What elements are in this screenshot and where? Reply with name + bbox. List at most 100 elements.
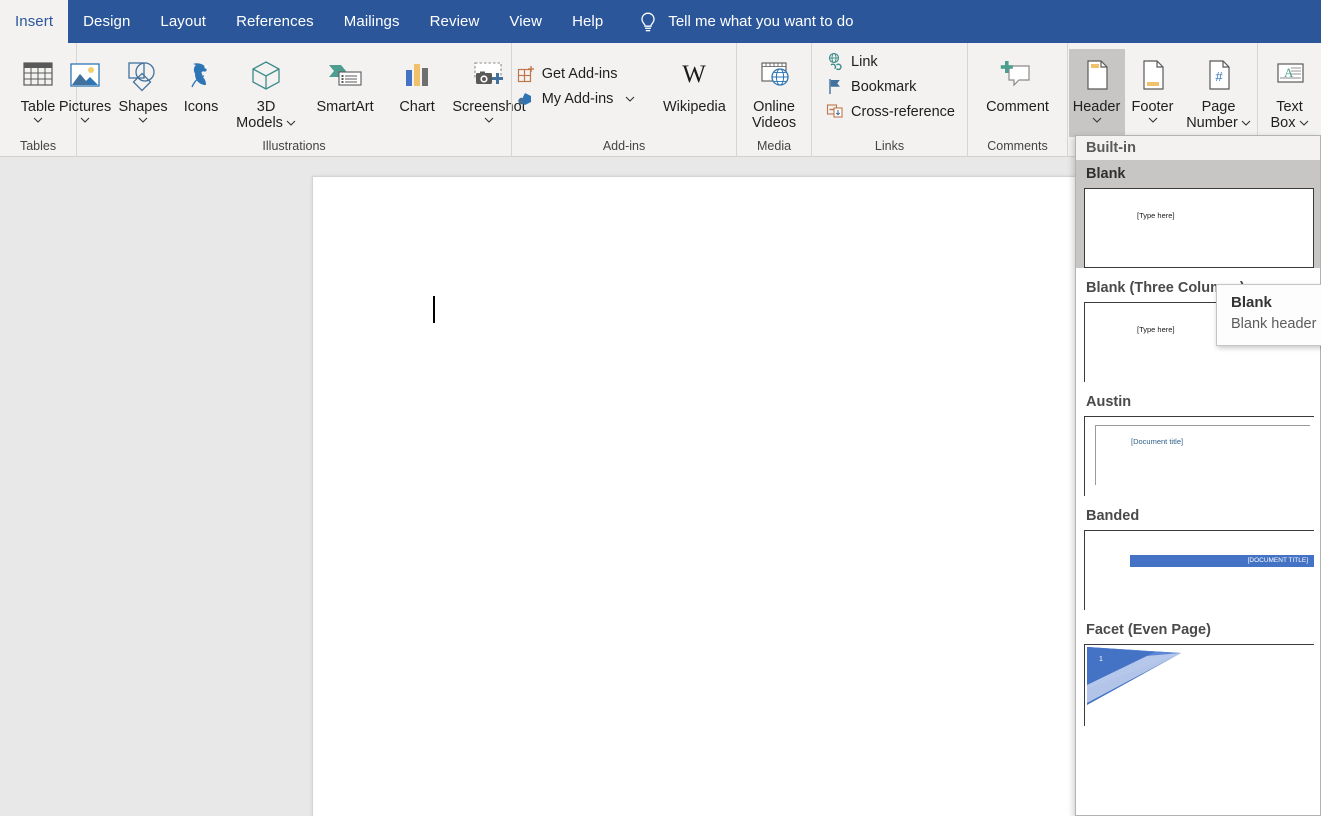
gallery-item-facet-even-page[interactable]: Facet (Even Page) 1 [1076, 616, 1320, 726]
tab-design-label: Design [83, 13, 131, 30]
facet-corner-graphic [1087, 647, 1181, 705]
gallery-item-banded[interactable]: Banded [DOCUMENT TITLE] [1076, 502, 1320, 610]
get-addins-icon [515, 64, 537, 84]
tooltip-title: Blank [1231, 294, 1272, 311]
tab-insert[interactable]: Insert [0, 0, 69, 43]
wikipedia-button-label: Wikipedia [662, 99, 726, 115]
text-box-button[interactable]: A Text Box [1264, 49, 1316, 131]
thumb-placeholder: 1 [1099, 656, 1103, 663]
tab-layout-label: Layout [160, 13, 207, 30]
cross-reference-icon [824, 102, 846, 122]
lightbulb-icon [641, 12, 655, 31]
3d-models-button-label: 3D Models [232, 99, 300, 131]
page-number-button[interactable]: # Page Number [1181, 49, 1257, 131]
thumb-placeholder: [Type here] [1137, 211, 1175, 220]
cross-reference-button[interactable]: Cross-reference [820, 99, 959, 124]
gallery-section-built-in: Built-in [1076, 136, 1320, 160]
page-number-button-label: Page Number [1183, 99, 1255, 131]
ribbon-group-comments: Comment Comments [967, 43, 1067, 157]
bookmark-label: Bookmark [851, 78, 917, 95]
page-number-text: Page Number [1186, 99, 1238, 131]
thumb-placeholder: [DOCUMENT TITLE] [1247, 557, 1308, 564]
ribbon-group-links: Link Bookmark Cross-reference Links [811, 43, 967, 157]
gallery-item-austin-label: Austin [1086, 394, 1132, 410]
header-gallery-dropdown[interactable]: Built-in Blank [Type here] Blank (Three … [1075, 135, 1321, 816]
chevron-down-icon[interactable] [33, 116, 43, 124]
icons-icon [181, 53, 221, 97]
bookmark-icon [824, 77, 846, 97]
header-button[interactable]: Header [1068, 49, 1125, 137]
tab-references[interactable]: References [221, 0, 329, 43]
footer-button-label: Footer [1131, 99, 1174, 115]
chart-icon [397, 53, 437, 97]
gallery-item-banded-label: Banded [1086, 508, 1140, 524]
pictures-button[interactable]: Pictures [56, 49, 114, 124]
gallery-thumb-austin: [Document title] [1084, 416, 1314, 496]
3d-models-button[interactable]: 3D Models [230, 49, 302, 131]
table-button-label: Table [20, 99, 56, 115]
gallery-thumb-banded: [DOCUMENT TITLE] [1084, 530, 1314, 610]
smartart-button[interactable]: SmartArt [302, 49, 388, 115]
shapes-button[interactable]: Shapes [114, 49, 172, 124]
comment-icon [996, 53, 1040, 97]
tab-insert-label: Insert [15, 13, 54, 30]
chevron-down-icon[interactable] [1299, 119, 1309, 127]
comment-button[interactable]: Comment [975, 49, 1061, 115]
gallery-item-blank-label: Blank [1086, 166, 1126, 182]
chevron-down-icon[interactable] [286, 119, 296, 127]
ribbon-group-illustrations: Pictures Shapes Icons 3D Models SmartArt… [59, 43, 526, 157]
wikipedia-button[interactable]: W Wikipedia [651, 49, 737, 115]
footer-icon [1135, 53, 1171, 97]
tab-view-label: View [509, 13, 543, 30]
links-small-buttons: Link Bookmark Cross-reference [820, 47, 959, 124]
gallery-item-austin[interactable]: Austin [Document title] [1076, 388, 1320, 496]
ribbon-group-comments-label: Comments [987, 139, 1048, 153]
tab-design[interactable]: Design [68, 0, 145, 43]
header-button-label: Header [1072, 99, 1121, 115]
gallery-item-blank[interactable]: Blank [Type here] [1076, 160, 1320, 268]
text-caret [433, 296, 435, 323]
my-addins-button[interactable]: My Add-ins [511, 86, 640, 111]
ribbon-group-addins: Get Add-ins My Add-ins W Wikipedia Add-i… [511, 43, 736, 157]
smartart-button-label: SmartArt [316, 99, 374, 115]
text-box-button-label: Text Box [1266, 99, 1314, 131]
chevron-down-icon[interactable] [138, 116, 148, 124]
gallery-item-facet-even-page-label: Facet (Even Page) [1086, 622, 1211, 638]
tab-help[interactable]: Help [557, 0, 618, 43]
online-videos-button[interactable]: Online Videos [745, 49, 803, 131]
online-videos-icon [754, 53, 794, 97]
wikipedia-icon: W [672, 53, 716, 97]
icons-button[interactable]: Icons [172, 49, 230, 115]
word-window: Insert Design Layout References Mailings… [0, 0, 1321, 816]
bookmark-button[interactable]: Bookmark [820, 74, 959, 99]
tell-me-search[interactable]: Tell me what you want to do [638, 0, 853, 43]
ribbon-group-media-label: Media [757, 139, 792, 153]
get-addins-label: Get Add-ins [541, 65, 618, 82]
tab-layout[interactable]: Layout [145, 0, 221, 43]
text-box-icon: A [1272, 53, 1308, 97]
document-page[interactable] [312, 176, 1080, 816]
svg-text:#: # [1215, 69, 1223, 84]
tab-mailings[interactable]: Mailings [329, 0, 415, 43]
chevron-down-icon[interactable] [80, 116, 90, 124]
ribbon-group-illustrations-label: Illustrations [262, 139, 326, 153]
tab-review[interactable]: Review [415, 0, 495, 43]
shapes-icon [123, 53, 163, 97]
chevron-down-icon[interactable] [1092, 116, 1102, 124]
chevron-down-icon[interactable] [484, 116, 494, 124]
ribbon-tab-bar: Insert Design Layout References Mailings… [0, 0, 1321, 43]
addins-small-buttons: Get Add-ins My Add-ins [511, 59, 640, 111]
footer-button[interactable]: Footer [1125, 49, 1181, 124]
3d-models-text: 3D Models [236, 99, 283, 131]
link-button[interactable]: Link [820, 49, 959, 74]
thumb-placeholder: [Type here] [1137, 325, 1175, 334]
tooltip-description: Blank header [1231, 316, 1317, 332]
pictures-button-label: Pictures [58, 99, 112, 115]
chevron-down-icon[interactable] [625, 95, 635, 103]
chevron-down-icon[interactable] [1241, 119, 1251, 127]
comment-button-label: Comment [986, 99, 1049, 115]
tab-view[interactable]: View [494, 0, 557, 43]
get-addins-button[interactable]: Get Add-ins [511, 61, 640, 86]
chart-button[interactable]: Chart [388, 49, 446, 115]
chevron-down-icon[interactable] [1148, 116, 1158, 124]
